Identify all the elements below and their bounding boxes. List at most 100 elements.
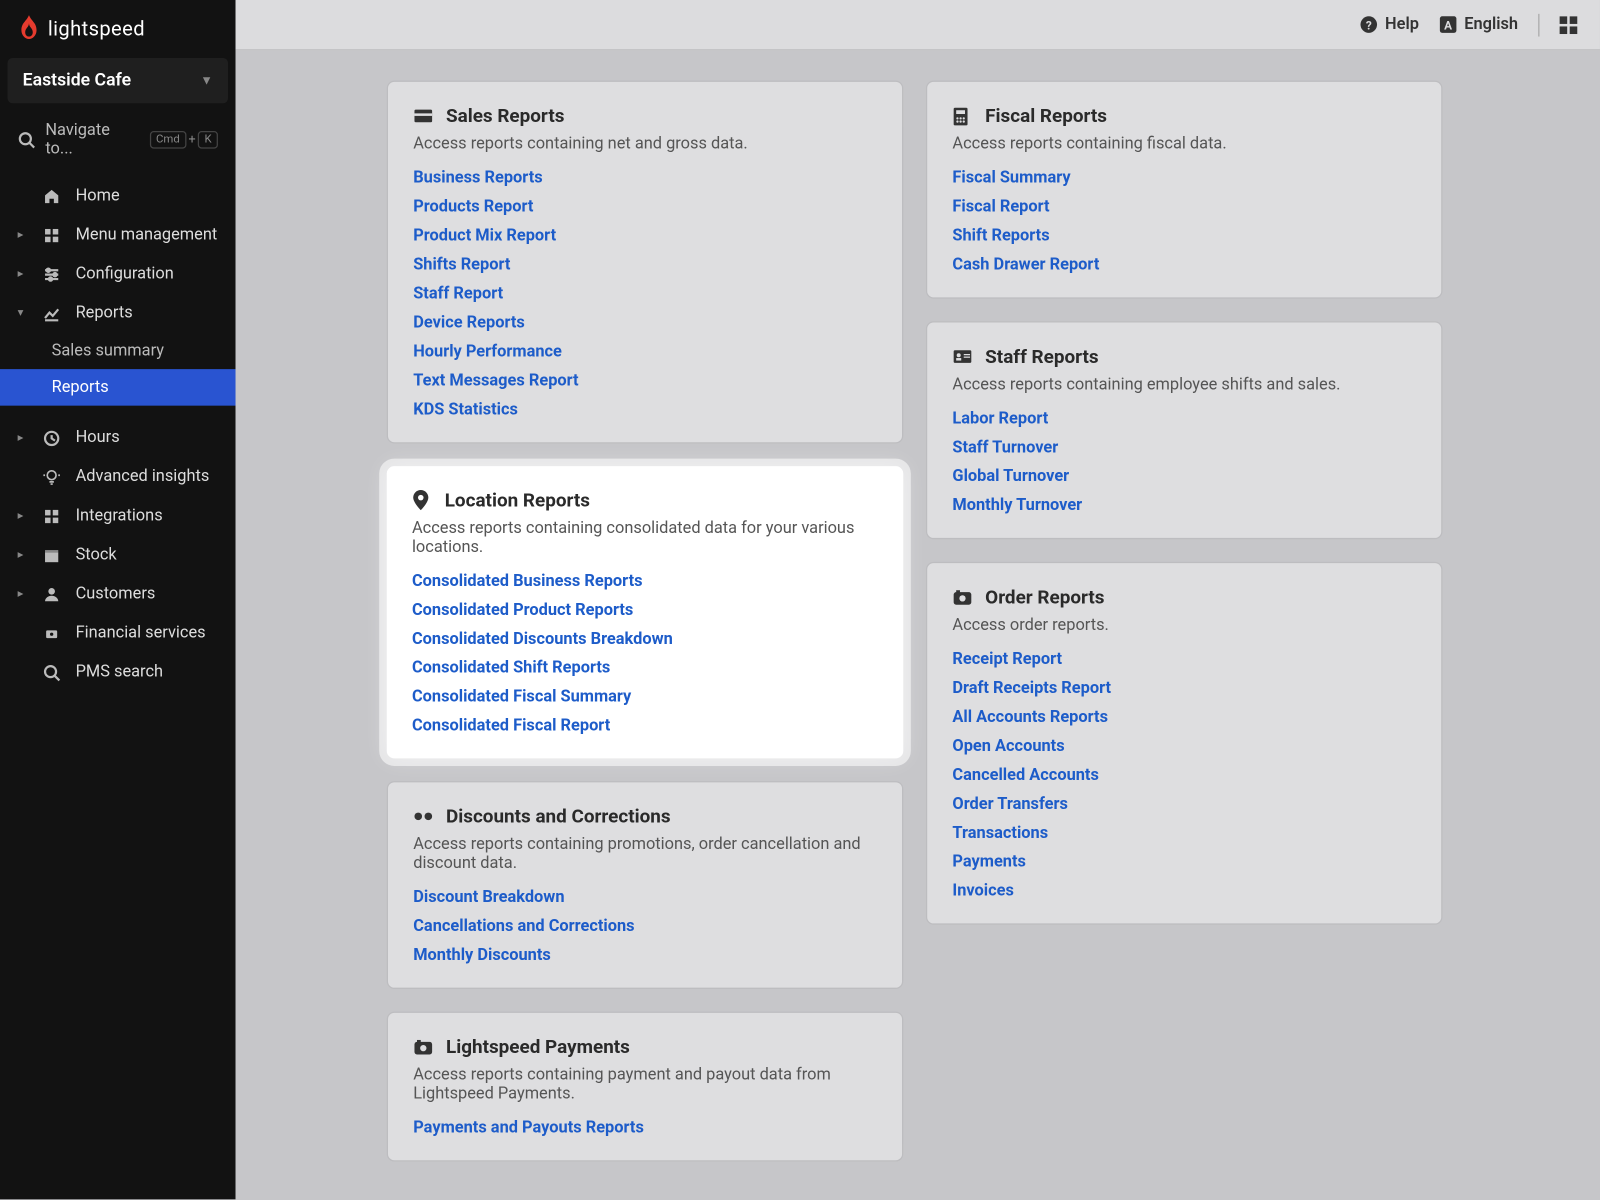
nav-reports-sub[interactable]: Reports (0, 369, 236, 406)
link-consolidated-product-reports[interactable]: Consolidated Product Reports (412, 601, 878, 620)
link-fiscal-summary[interactable]: Fiscal Summary (952, 169, 1416, 188)
card-desc: Access reports containing fiscal data. (952, 135, 1416, 154)
language-link[interactable]: A English (1439, 15, 1518, 34)
nav-sales-summary[interactable]: Sales summary (0, 333, 236, 370)
search-icon (43, 663, 63, 681)
sliders-icon (43, 265, 63, 283)
link-monthly-turnover[interactable]: Monthly Turnover (952, 496, 1416, 515)
navigate-search[interactable]: Navigate to... Cmd + K (0, 108, 236, 171)
link-consolidated-fiscal-summary[interactable]: Consolidated Fiscal Summary (412, 688, 878, 707)
card-sales-reports: Sales Reports Access reports containing … (387, 81, 904, 444)
card-lightspeed-payments: Lightspeed Payments Access reports conta… (387, 1012, 904, 1162)
location-name: Eastside Cafe (23, 71, 131, 91)
card-links: Payments and Payouts Reports (413, 1119, 877, 1138)
link-kds-statistics[interactable]: KDS Statistics (413, 401, 877, 420)
card-links: Labor Report Staff Turnover Global Turno… (952, 409, 1416, 515)
link-all-accounts-reports[interactable]: All Accounts Reports (952, 708, 1416, 727)
clock-icon (43, 429, 63, 447)
link-hourly-performance[interactable]: Hourly Performance (413, 343, 877, 362)
card-fiscal-reports: Fiscal Reports Access reports containing… (926, 81, 1443, 299)
card-links: Fiscal Summary Fiscal Report Shift Repor… (952, 169, 1416, 275)
card-desc: Access reports containing employee shift… (952, 375, 1416, 394)
card-desc: Access order reports. (952, 616, 1416, 635)
chart-line-icon (43, 304, 63, 322)
calculator-icon (952, 106, 972, 125)
user-icon (43, 585, 63, 603)
card-links: Receipt Report Draft Receipts Report All… (952, 650, 1416, 901)
main: ? Help A English (236, 0, 1600, 1199)
link-discount-breakdown[interactable]: Discount Breakdown (413, 888, 877, 907)
link-transactions[interactable]: Transactions (952, 824, 1416, 843)
apps-grid-button[interactable] (1560, 16, 1578, 34)
link-shift-reports[interactable]: Shift Reports (952, 227, 1416, 246)
link-draft-receipts-report[interactable]: Draft Receipts Report (952, 679, 1416, 698)
nav-hours[interactable]: ▸ Hours (0, 418, 236, 457)
divider (1538, 13, 1539, 36)
link-cancellations-corrections[interactable]: Cancellations and Corrections (413, 917, 877, 936)
location-selector[interactable]: Eastside Cafe ▼ (8, 58, 228, 103)
nav-reports[interactable]: ▾ Reports (0, 294, 236, 333)
card-desc: Access reports containing payment and pa… (413, 1066, 877, 1104)
nav-menu-management[interactable]: ▸ Menu management (0, 215, 236, 254)
card-staff-reports: Staff Reports Access reports containing … (926, 321, 1443, 539)
card-desc: Access reports containing net and gross … (413, 135, 877, 154)
link-consolidated-shift-reports[interactable]: Consolidated Shift Reports (412, 659, 878, 678)
menu-icon (43, 226, 63, 244)
link-payments[interactable]: Payments (952, 853, 1416, 872)
chevron-right-icon: ▸ (18, 588, 31, 601)
nav-customers[interactable]: ▸ Customers (0, 574, 236, 613)
brand-text: lightspeed (48, 16, 145, 40)
nav-financial-services[interactable]: ▸ Financial services (0, 614, 236, 653)
help-link[interactable]: ? Help (1360, 15, 1419, 34)
search-icon (18, 131, 36, 149)
nav-pms-search[interactable]: ▸ PMS search (0, 653, 236, 692)
link-business-reports[interactable]: Business Reports (413, 169, 877, 188)
chevron-right-icon: ▸ (18, 268, 31, 281)
link-staff-turnover[interactable]: Staff Turnover (952, 438, 1416, 457)
card-order-reports: Order Reports Access order reports. Rece… (926, 562, 1443, 925)
link-labor-report[interactable]: Labor Report (952, 409, 1416, 428)
card-title: Discounts and Corrections (446, 805, 671, 828)
link-monthly-discounts[interactable]: Monthly Discounts (413, 946, 877, 965)
content: Sales Reports Access reports containing … (236, 50, 1600, 1199)
link-consolidated-discounts-breakdown[interactable]: Consolidated Discounts Breakdown (412, 630, 878, 649)
grid-icon (1560, 16, 1578, 34)
card-title: Location Reports (445, 489, 590, 512)
nav-home[interactable]: ▸ Home (0, 176, 236, 215)
nav-configuration[interactable]: ▸ Configuration (0, 254, 236, 293)
link-consolidated-fiscal-report[interactable]: Consolidated Fiscal Report (412, 717, 878, 736)
receipt-icon (952, 589, 972, 605)
lightbulb-icon (43, 468, 63, 486)
link-payments-payouts-reports[interactable]: Payments and Payouts Reports (413, 1119, 877, 1138)
card-desc: Access reports containing consolidated d… (412, 519, 878, 557)
link-staff-report[interactable]: Staff Report (413, 285, 877, 304)
link-global-turnover[interactable]: Global Turnover (952, 467, 1416, 486)
topbar: ? Help A English (236, 0, 1600, 50)
link-invoices[interactable]: Invoices (952, 882, 1416, 901)
link-device-reports[interactable]: Device Reports (413, 314, 877, 333)
card-links: Business Reports Products Report Product… (413, 169, 877, 420)
link-consolidated-business-reports[interactable]: Consolidated Business Reports (412, 572, 878, 591)
nav-advanced-insights[interactable]: ▸ Advanced insights (0, 457, 236, 496)
link-cancelled-accounts[interactable]: Cancelled Accounts (952, 766, 1416, 785)
sidebar: lightspeed Eastside Cafe ▼ Navigate to..… (0, 0, 236, 1199)
card-links: Discount Breakdown Cancellations and Cor… (413, 888, 877, 965)
link-open-accounts[interactable]: Open Accounts (952, 737, 1416, 756)
link-fiscal-report[interactable]: Fiscal Report (952, 198, 1416, 217)
link-shifts-report[interactable]: Shifts Report (413, 256, 877, 275)
apps-icon (43, 507, 63, 525)
link-products-report[interactable]: Products Report (413, 198, 877, 217)
card-location-reports: Location Reports Access reports containi… (387, 466, 904, 758)
link-product-mix-report[interactable]: Product Mix Report (413, 227, 877, 246)
navigate-label: Navigate to... (45, 121, 139, 159)
link-order-transfers[interactable]: Order Transfers (952, 795, 1416, 814)
card-title: Sales Reports (446, 105, 564, 128)
link-receipt-report[interactable]: Receipt Report (952, 650, 1416, 669)
home-icon (43, 187, 63, 205)
link-cash-drawer-report[interactable]: Cash Drawer Report (952, 256, 1416, 275)
nav-integrations[interactable]: ▸ Integrations (0, 496, 236, 535)
nav-stock[interactable]: ▸ Stock (0, 535, 236, 574)
link-text-messages-report[interactable]: Text Messages Report (413, 372, 877, 391)
chevron-right-icon: ▸ (18, 229, 31, 242)
help-icon: ? (1360, 15, 1379, 34)
